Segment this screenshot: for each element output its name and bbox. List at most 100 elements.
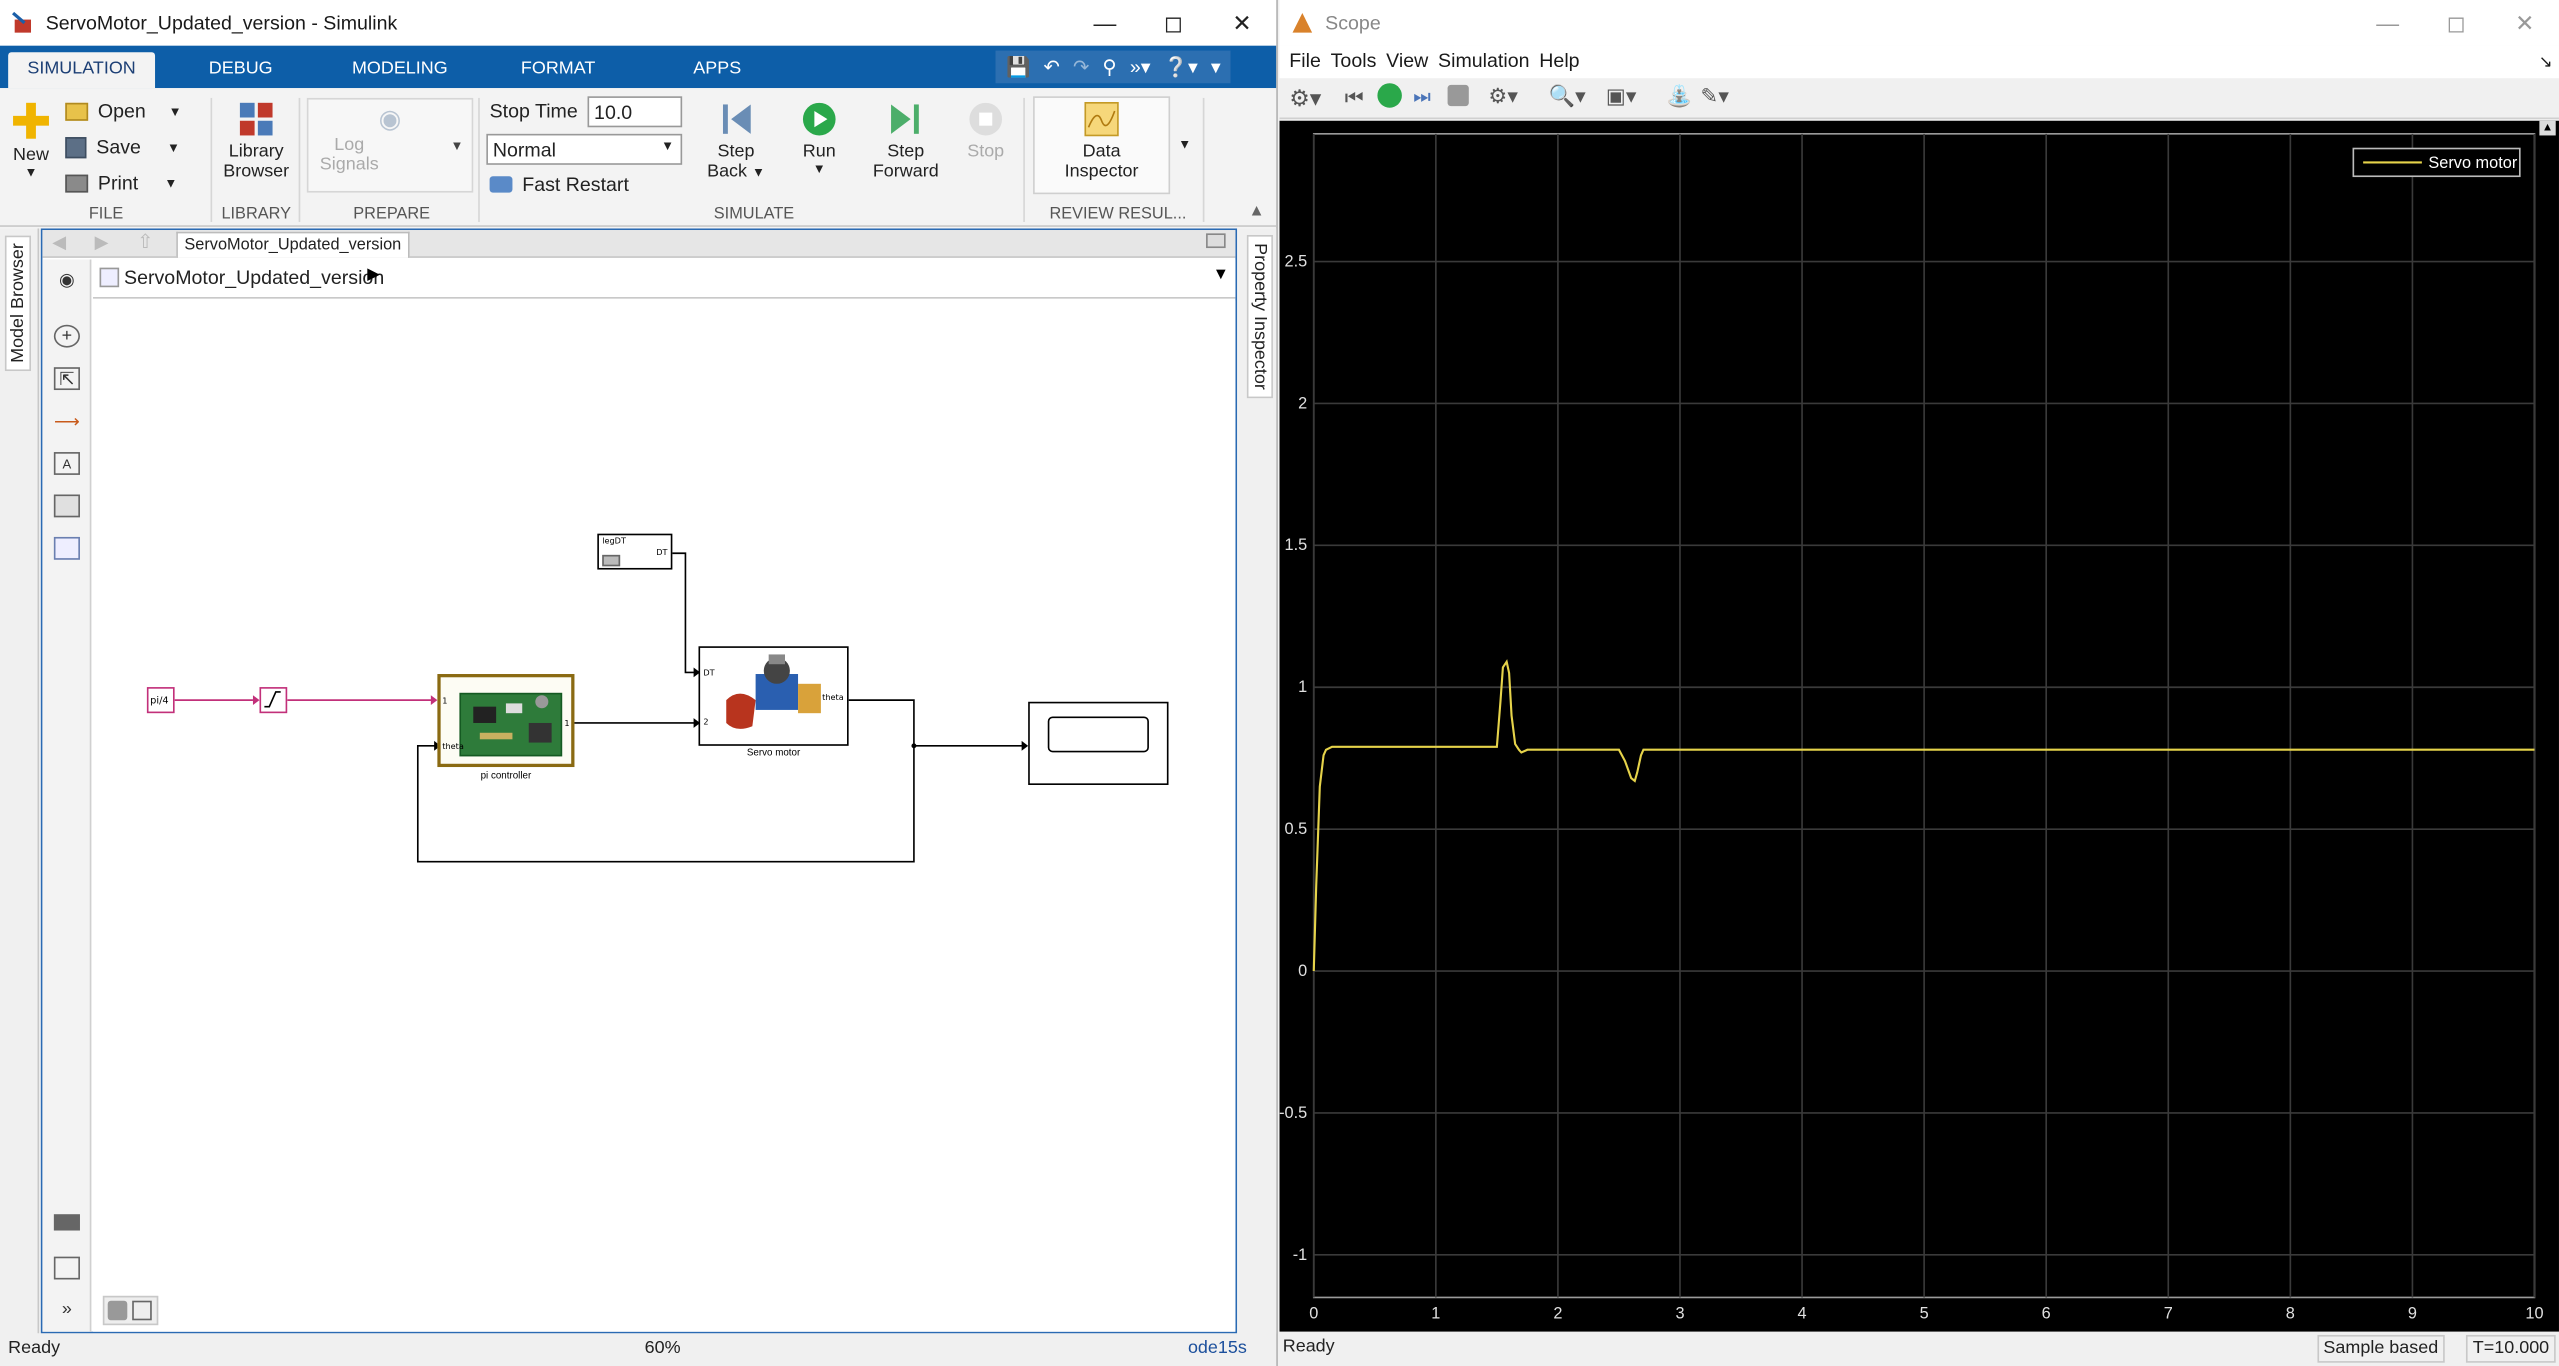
data-inspector-button[interactable]: Data Inspector — [1033, 96, 1171, 195]
up-arrow-icon[interactable]: ⇧ — [137, 230, 153, 253]
open-button[interactable]: Open ▼ — [65, 99, 182, 123]
print-button[interactable]: Print ▼ — [65, 171, 177, 194]
run-icon[interactable] — [1377, 83, 1402, 108]
zoom-in-icon[interactable]: + — [53, 324, 80, 348]
x-tick-label: 9 — [2408, 1305, 2417, 1323]
run-button[interactable]: Run ▼ — [793, 101, 845, 176]
servo-motor-block[interactable]: DT 2 theta — [698, 646, 849, 746]
property-icon[interactable] — [53, 1256, 80, 1280]
section-library: LIBRARY — [221, 205, 292, 224]
log-signals-button[interactable]: ◉ Log Signals ▼ — [306, 97, 474, 193]
stop-time-input[interactable]: 10.0 — [587, 96, 683, 128]
tab-simulation[interactable]: SIMULATION — [8, 52, 156, 89]
signal-line[interactable] — [672, 552, 696, 674]
property-inspector-tab[interactable]: Property Inspector — [1246, 235, 1273, 399]
pi-out: 1 — [564, 719, 570, 730]
menu-view[interactable]: View — [1376, 46, 1428, 79]
expand-icon[interactable]: » — [54, 1297, 80, 1320]
tab-modeling[interactable]: MODELING — [343, 52, 457, 88]
help-icon[interactable]: ❔▾ — [1164, 55, 1198, 78]
maximize-button[interactable]: ◻ — [2422, 0, 2491, 46]
minimize-button[interactable]: — — [1071, 0, 1140, 46]
breadcrumb[interactable]: ServoMotor_Updated_version — [124, 266, 384, 289]
save-button[interactable]: Save ▼ — [65, 135, 180, 158]
step-back-icon[interactable]: ⏮ — [1345, 85, 1364, 111]
new-button[interactable]: New ▼ — [10, 101, 52, 180]
menu-file[interactable]: File — [1279, 46, 1321, 79]
undo-icon[interactable]: ↶ — [1043, 55, 1059, 78]
gear-icon[interactable]: ⚙▾ — [1289, 85, 1321, 113]
collapse-icon[interactable]: ▲ — [1248, 202, 1264, 220]
solver-link[interactable]: ode15s — [1188, 1338, 1247, 1358]
measurements-icon[interactable]: ✎▾ — [1701, 83, 1729, 109]
keyboard-icon[interactable] — [1206, 233, 1226, 249]
breadcrumb-arrow-icon[interactable]: ▶ — [367, 266, 380, 284]
canvas-view-toggle[interactable] — [102, 1295, 159, 1326]
disk-icon — [65, 136, 87, 158]
menu-simulation[interactable]: Simulation — [1428, 46, 1529, 79]
step-forward-icon[interactable]: ⏭ — [1413, 85, 1431, 109]
zoom-icon[interactable]: 🔍▾ — [1549, 83, 1586, 109]
highlight-icon[interactable]: ⚙▾ — [1488, 83, 1518, 109]
minimize-button[interactable]: — — [2353, 0, 2422, 46]
close-button[interactable]: ✕ — [1208, 0, 1277, 46]
scope-block[interactable] — [1028, 701, 1169, 785]
scale-axes-icon[interactable]: ▣▾ — [1606, 83, 1637, 109]
model-browser-tab[interactable]: Model Browser — [4, 235, 32, 372]
chevron-down-icon[interactable]: ▼ — [1178, 137, 1191, 152]
stop-button[interactable]: Stop — [963, 101, 1009, 162]
forward-arrow-icon[interactable]: ▶ — [95, 232, 109, 253]
maximize-button[interactable]: ◻ — [1139, 0, 1208, 46]
run-label: Run — [802, 141, 836, 162]
open-label: Open — [97, 99, 146, 123]
scope-logo-icon — [1292, 13, 1313, 33]
close-button[interactable]: ✕ — [2490, 0, 2559, 46]
antenna-icon: ◉ — [378, 106, 402, 134]
signal-arrow-icon[interactable]: ⟶ — [54, 410, 80, 433]
chevron-down-icon[interactable]: ▼ — [1213, 266, 1229, 284]
save-icon[interactable]: 💾 — [1006, 55, 1030, 78]
collapse-ribbon-icon[interactable]: ▾ — [1211, 55, 1221, 78]
pi-controller-block[interactable]: 1 theta 1 — [437, 674, 575, 768]
data-inspector-label-2: Inspector — [1064, 161, 1139, 182]
x-tick-label: 4 — [1798, 1305, 1807, 1323]
dock-icon[interactable]: ↘ — [2529, 51, 2553, 72]
tab-model[interactable]: ServoMotor_Updated_version — [176, 231, 410, 258]
tab-format[interactable]: FORMAT — [509, 52, 607, 88]
scope-plot[interactable]: 0 1 2 3 4 5 6 7 8 9 10 -1 -0.5 0 0.5 1 1.5 2 2.5 Servo moto… — [1279, 121, 2558, 1332]
triggers-icon[interactable]: ⛲ — [1666, 83, 1692, 109]
scope-plot-area[interactable]: 0 1 2 3 4 5 6 7 8 9 10 -1 -0.5 0 0.5 1 1.5 2 2.5 Servo moto… — [1279, 120, 2559, 1332]
hide-explorer-icon[interactable]: ◉ — [54, 268, 80, 291]
step-forward-button[interactable]: Step Forward — [871, 101, 940, 181]
area-icon[interactable] — [53, 536, 80, 560]
fast-restart-button[interactable]: Fast Restart — [489, 173, 629, 196]
screenshot-icon[interactable] — [53, 1214, 80, 1231]
search-icon[interactable]: ⚲ — [1102, 55, 1116, 78]
tab-debug[interactable]: DEBUG — [196, 52, 286, 88]
simulation-mode-select[interactable]: Normal ▼ — [486, 133, 683, 165]
pi-controller-label: pi controller — [480, 771, 532, 782]
annotation-icon[interactable]: A — [53, 452, 80, 475]
tab-apps[interactable]: APPS — [681, 52, 754, 88]
data-inspector-icon — [1084, 101, 1119, 137]
rate-limiter-block[interactable] — [259, 687, 288, 714]
section-review: REVIEW RESUL... — [1049, 205, 1187, 224]
chevron-down-icon: ▼ — [450, 138, 464, 154]
editor-tabs: ◀ ▶ ⇧ ServoMotor_Updated_version — [42, 230, 1236, 258]
overflow-icon[interactable]: »▾ — [1130, 55, 1151, 78]
ribbon-tabs: SIMULATION DEBUG MODELING FORMAT APPS 💾 … — [0, 45, 1277, 89]
stop-icon[interactable] — [1447, 84, 1469, 107]
fit-to-view-icon[interactable]: ⇱ — [53, 367, 80, 391]
back-arrow-icon[interactable]: ◀ — [52, 232, 66, 253]
redo-icon[interactable]: ↷ — [1073, 55, 1089, 78]
menu-tools[interactable]: Tools — [1321, 46, 1377, 79]
constant-block[interactable]: pi/4 — [146, 687, 175, 714]
undock-axes-icon[interactable]: ▲ — [2539, 120, 2556, 136]
menu-help[interactable]: Help — [1529, 46, 1579, 79]
branch-point — [911, 743, 917, 749]
legdt-block[interactable]: legDT DT — [597, 533, 673, 570]
model-canvas[interactable]: pi/4 legDT DT 1 theta 1 pi controller DT… — [93, 300, 1236, 1332]
y-tick-label: 0 — [1298, 962, 1307, 980]
step-back-button[interactable]: Step Back ▼ — [705, 101, 767, 181]
image-icon[interactable] — [53, 494, 80, 518]
